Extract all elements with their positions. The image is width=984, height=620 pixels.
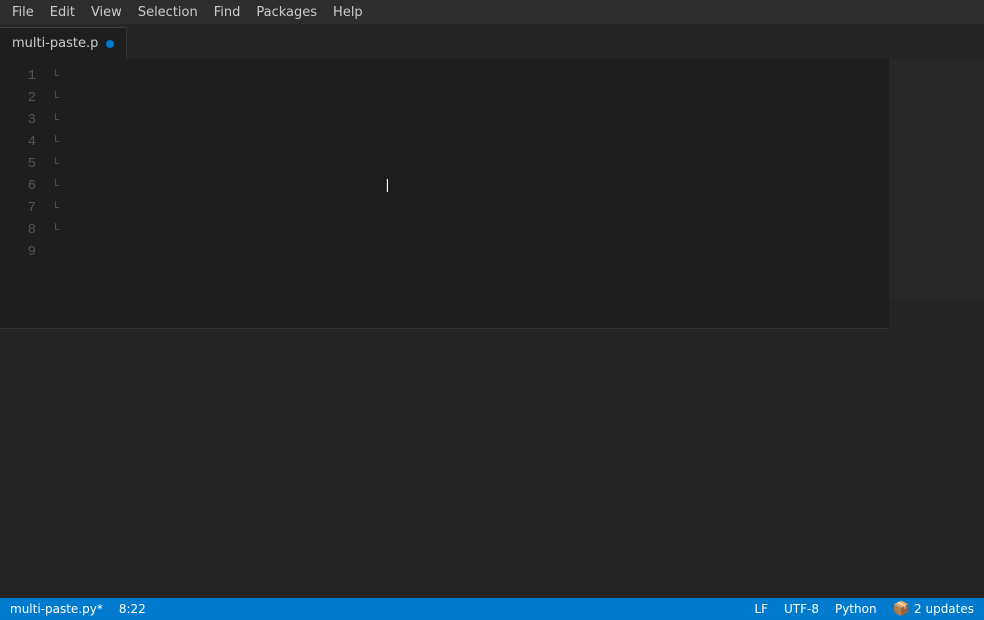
line-numbers: 1 2 3 4 5 6 7 8 9: [0, 59, 44, 328]
minimap: [889, 59, 984, 299]
updates-label: 2 updates: [914, 602, 974, 616]
fold-marker: └: [52, 87, 59, 109]
line-number: 1: [8, 65, 36, 87]
status-bar: multi-paste.py* 8:22 LF UTF-8 Python 📦 2…: [0, 598, 984, 620]
code-line-2: └: [52, 87, 889, 109]
status-language[interactable]: Python: [835, 602, 877, 616]
code-line-1: └: [52, 65, 889, 87]
menu-help[interactable]: Help: [325, 3, 371, 22]
line-number: 5: [8, 153, 36, 175]
code-line-9: [52, 241, 889, 263]
code-line-8: └: [52, 219, 889, 241]
line-number: 4: [8, 131, 36, 153]
menu-bar: File Edit View Selection Find Packages H…: [0, 0, 984, 24]
line-number: 7: [8, 197, 36, 219]
menu-packages[interactable]: Packages: [248, 3, 325, 22]
menu-view[interactable]: View: [83, 3, 130, 22]
text-cursor: |: [383, 175, 391, 197]
tab-modified-dot: [106, 40, 114, 48]
fold-marker: └: [52, 197, 59, 219]
line-number: 3: [8, 109, 36, 131]
menu-edit[interactable]: Edit: [42, 3, 83, 22]
line-number: 6: [8, 175, 36, 197]
code-line-4: └: [52, 131, 889, 153]
code-area[interactable]: 1 2 3 4 5 6 7 8 9 └ └ └: [0, 59, 889, 328]
status-charset[interactable]: UTF-8: [784, 602, 819, 616]
fold-marker: └: [52, 219, 59, 241]
status-right: LF UTF-8 Python 📦 2 updates: [754, 601, 974, 617]
menu-selection[interactable]: Selection: [130, 3, 206, 22]
editor-tab[interactable]: multi-paste.p: [0, 27, 127, 59]
tab-bar: multi-paste.p: [0, 24, 984, 59]
below-content: [0, 328, 889, 598]
status-encoding[interactable]: LF: [754, 602, 768, 616]
fold-marker: └: [52, 109, 59, 131]
code-line-5: └: [52, 153, 889, 175]
fold-marker: └: [52, 65, 59, 87]
status-position[interactable]: 8:22: [119, 602, 146, 616]
status-updates[interactable]: 📦 2 updates: [893, 601, 974, 617]
fold-marker: └: [52, 175, 59, 197]
updates-icon: 📦: [893, 601, 910, 617]
editor-area: 1 2 3 4 5 6 7 8 9 └ └ └: [0, 59, 984, 598]
line-number: 8: [8, 219, 36, 241]
fold-marker: └: [52, 131, 59, 153]
menu-file[interactable]: File: [4, 3, 42, 22]
status-left: multi-paste.py* 8:22: [10, 602, 146, 616]
fold-marker: └: [52, 153, 59, 175]
status-filename[interactable]: multi-paste.py*: [10, 602, 103, 616]
editor-main: 1 2 3 4 5 6 7 8 9 └ └ └: [0, 59, 889, 598]
code-line-6: └ |: [52, 175, 889, 197]
menu-find[interactable]: Find: [206, 3, 249, 22]
line-number: 2: [8, 87, 36, 109]
line-number: 9: [8, 241, 36, 263]
tab-label: multi-paste.p: [12, 36, 98, 51]
minimap-panel: [889, 59, 984, 598]
code-line-3: └: [52, 109, 889, 131]
code-content[interactable]: └ └ └ └ └ └ | └: [44, 59, 889, 328]
code-line-7: └: [52, 197, 889, 219]
